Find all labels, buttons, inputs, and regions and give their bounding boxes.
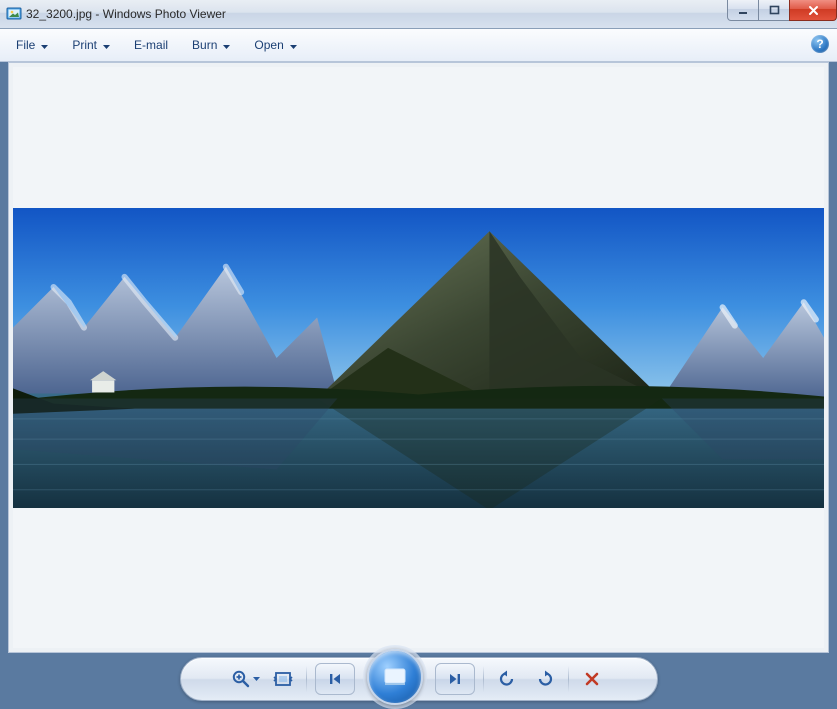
menu-open-label: Open xyxy=(254,38,283,52)
rotate-ccw-button[interactable] xyxy=(492,665,522,693)
menu-print-label: Print xyxy=(72,38,97,52)
app-icon xyxy=(6,6,22,22)
fit-window-button[interactable] xyxy=(268,665,298,693)
titlebar: 32_3200.jpg - Windows Photo Viewer xyxy=(0,0,837,29)
slideshow-icon xyxy=(383,667,407,687)
chevron-down-icon xyxy=(223,38,230,52)
chevron-down-icon xyxy=(103,38,110,52)
fit-window-icon xyxy=(273,670,293,688)
menu-burn-label: Burn xyxy=(192,38,217,52)
image-canvas[interactable] xyxy=(13,67,824,648)
previous-button[interactable] xyxy=(315,663,355,695)
chevron-down-icon xyxy=(41,38,48,52)
zoom-button[interactable] xyxy=(230,665,260,693)
menu-burn[interactable]: Burn xyxy=(184,34,238,56)
next-button[interactable] xyxy=(435,663,475,695)
menubar: File Print E-mail Burn Open ? xyxy=(0,29,837,62)
magnifier-icon xyxy=(231,669,251,689)
menu-print[interactable]: Print xyxy=(64,34,118,56)
minimize-button[interactable] xyxy=(727,0,759,21)
menu-email[interactable]: E-mail xyxy=(126,34,176,56)
close-button[interactable] xyxy=(789,0,837,21)
control-bar xyxy=(180,657,658,701)
menu-file[interactable]: File xyxy=(8,34,56,56)
help-button[interactable]: ? xyxy=(811,35,829,53)
displayed-photo xyxy=(13,208,824,508)
chevron-down-icon xyxy=(253,677,260,681)
viewer-area xyxy=(8,62,829,653)
delete-button[interactable] xyxy=(577,665,607,693)
help-icon: ? xyxy=(816,37,823,51)
rotate-ccw-icon xyxy=(497,669,517,689)
window-controls xyxy=(728,0,837,21)
previous-icon xyxy=(328,672,342,686)
chevron-down-icon xyxy=(290,38,297,52)
rotate-cw-icon xyxy=(535,669,555,689)
delete-icon xyxy=(584,671,600,687)
window-title: 32_3200.jpg - Windows Photo Viewer xyxy=(26,7,226,21)
separator xyxy=(568,666,569,692)
next-icon xyxy=(448,672,462,686)
maximize-button[interactable] xyxy=(758,0,790,21)
separator xyxy=(306,666,307,692)
menu-open[interactable]: Open xyxy=(246,34,304,56)
rotate-cw-button[interactable] xyxy=(530,665,560,693)
separator xyxy=(483,666,484,692)
slideshow-button[interactable] xyxy=(367,649,423,705)
menu-email-label: E-mail xyxy=(134,38,168,52)
menu-file-label: File xyxy=(16,38,35,52)
